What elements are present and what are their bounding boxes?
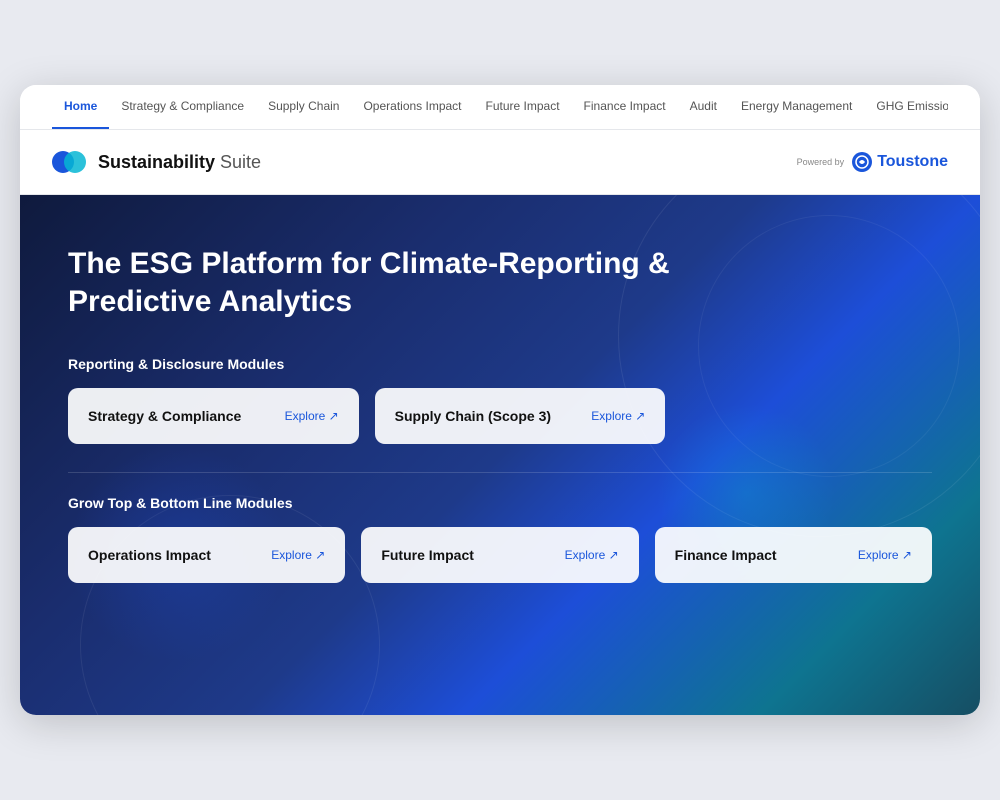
toustone-icon [852, 152, 872, 172]
card-supply-chain[interactable]: Supply Chain (Scope 3) Explore ↗ [375, 388, 666, 444]
logo-bold: Sustainability [98, 152, 215, 172]
logo-area: Sustainability Suite [52, 144, 261, 180]
logo-text: Sustainability Suite [98, 152, 261, 173]
toustone-name: Toustone [877, 153, 948, 171]
header-bar: Sustainability Suite Powered by Toustone [20, 130, 980, 195]
nav-strategy[interactable]: Strategy & Compliance [109, 85, 256, 129]
nav-finance[interactable]: Finance Impact [572, 85, 678, 129]
card-strategy-compliance[interactable]: Strategy & Compliance Explore ↗ [68, 388, 359, 444]
powered-label: Powered by [797, 157, 845, 167]
logo-icon [52, 144, 88, 180]
nav-supply-chain[interactable]: Supply Chain [256, 85, 351, 129]
nav-bar: Home Strategy & Compliance Supply Chain … [20, 85, 980, 130]
toustone-logo: Toustone [852, 152, 948, 172]
nav-links: Home Strategy & Compliance Supply Chain … [52, 85, 948, 129]
logo-circle-cyan [64, 151, 86, 173]
reporting-cards-row: Strategy & Compliance Explore ↗ Supply C… [68, 388, 932, 444]
card-supply-title: Supply Chain (Scope 3) [395, 408, 551, 424]
spacer [681, 388, 932, 444]
card-future-explore[interactable]: Explore ↗ [565, 548, 619, 562]
nav-audit[interactable]: Audit [678, 85, 729, 129]
card-operations-title: Operations Impact [88, 547, 211, 563]
card-future[interactable]: Future Impact Explore ↗ [361, 527, 638, 583]
logo-light: Suite [215, 152, 261, 172]
hero-title: The ESG Platform for Climate-Reporting &… [68, 245, 748, 320]
section2-label: Grow Top & Bottom Line Modules [68, 495, 932, 511]
card-finance[interactable]: Finance Impact Explore ↗ [655, 527, 932, 583]
card-future-title: Future Impact [381, 547, 474, 563]
card-operations-explore[interactable]: Explore ↗ [271, 548, 325, 562]
card-operations[interactable]: Operations Impact Explore ↗ [68, 527, 345, 583]
card-finance-title: Finance Impact [675, 547, 777, 563]
section-divider [68, 472, 932, 473]
card-supply-explore[interactable]: Explore ↗ [591, 409, 645, 423]
section1-label: Reporting & Disclosure Modules [68, 356, 932, 372]
nav-operations[interactable]: Operations Impact [351, 85, 473, 129]
card-finance-explore[interactable]: Explore ↗ [858, 548, 912, 562]
nav-energy[interactable]: Energy Management [729, 85, 864, 129]
grow-cards-row: Operations Impact Explore ↗ Future Impac… [68, 527, 932, 583]
card-strategy-explore[interactable]: Explore ↗ [285, 409, 339, 423]
hero-section: The ESG Platform for Climate-Reporting &… [20, 195, 980, 715]
nav-future[interactable]: Future Impact [474, 85, 572, 129]
nav-ghg[interactable]: GHG Emissions [864, 85, 948, 129]
nav-home[interactable]: Home [52, 85, 109, 129]
browser-frame: Home Strategy & Compliance Supply Chain … [20, 85, 980, 715]
card-strategy-title: Strategy & Compliance [88, 408, 241, 424]
powered-area: Powered by Toustone [797, 152, 948, 172]
